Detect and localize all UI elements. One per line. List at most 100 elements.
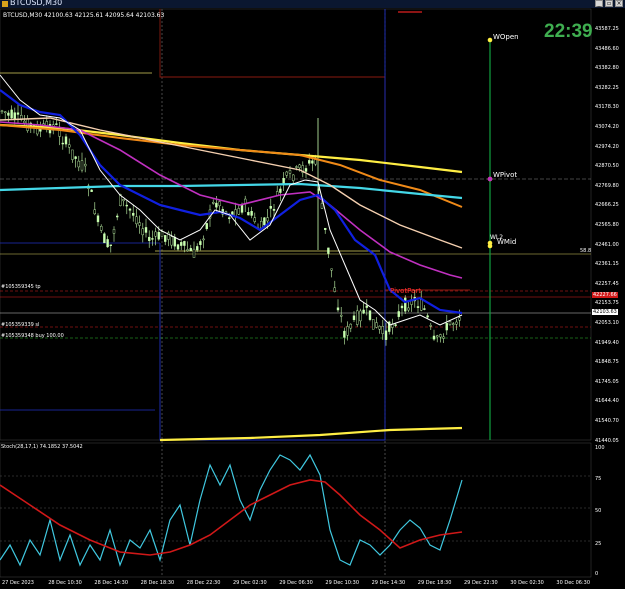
candle-body xyxy=(7,112,10,116)
candle-body xyxy=(349,323,352,329)
candle-body xyxy=(378,325,381,330)
price-tick: 42769.80 xyxy=(595,182,619,189)
candle-body xyxy=(192,248,196,258)
wopen-label: WOpen xyxy=(493,33,519,41)
order-tp-label[interactable]: #105359345 tp xyxy=(1,284,41,290)
price-chart[interactable] xyxy=(0,0,625,589)
candle-body xyxy=(253,217,257,222)
candle-body xyxy=(205,223,209,230)
candle-body xyxy=(99,226,103,231)
candle-body xyxy=(103,233,106,244)
price-tick: 41540.70 xyxy=(595,418,619,424)
price-tick: 42361.15 xyxy=(595,261,619,268)
time-tick: 29 Dec 14:30 xyxy=(371,580,406,586)
candle-body xyxy=(458,317,461,321)
candle-body xyxy=(243,198,247,204)
oscillator-panel xyxy=(0,442,592,578)
candle-body xyxy=(176,244,180,250)
time-tick: 29 Dec 18:30 xyxy=(417,580,452,586)
candle-body xyxy=(455,321,458,325)
candle-body xyxy=(227,217,231,219)
candle-body xyxy=(372,319,375,330)
candle-body xyxy=(131,212,135,216)
candle-body xyxy=(263,217,266,226)
candle-body xyxy=(266,217,269,222)
candle-body xyxy=(311,160,314,164)
candle-body xyxy=(452,323,455,325)
candle-body xyxy=(359,310,362,322)
candle-body xyxy=(151,238,154,240)
candle-body xyxy=(189,248,193,252)
candle-body xyxy=(77,160,81,168)
price-tick: 43178.30 xyxy=(595,104,619,111)
candle-body xyxy=(93,209,97,215)
price-tick: 41745.05 xyxy=(595,378,619,385)
candle-body xyxy=(269,205,272,209)
candle-body xyxy=(135,216,138,225)
candle-body xyxy=(327,247,330,254)
candle-body xyxy=(356,310,359,325)
level-dot xyxy=(487,37,493,43)
candle-body xyxy=(324,227,327,230)
wl2-label: WL2 xyxy=(490,234,504,241)
clock-display: 22:39 xyxy=(544,21,593,42)
price-tick: 42565.80 xyxy=(595,222,619,228)
candle-body xyxy=(362,309,365,314)
candle-body xyxy=(394,324,397,326)
price-tick: 42461.00 xyxy=(595,241,619,248)
wpivot-label: WPivot xyxy=(493,171,518,179)
candle-body xyxy=(218,201,221,206)
candle-body xyxy=(170,236,173,246)
candle-body xyxy=(346,326,349,336)
candle-body xyxy=(330,268,333,271)
candle-body xyxy=(340,314,343,317)
price-tick: 42666.25 xyxy=(595,202,619,209)
time-tick: 29 Dec 10:30 xyxy=(325,580,360,586)
price-tick: 41644.40 xyxy=(595,398,619,405)
candle-body xyxy=(407,307,410,311)
price-tick: 41440.05 xyxy=(595,437,619,444)
candle-body xyxy=(112,229,116,234)
candle-body xyxy=(183,241,186,246)
main-panel xyxy=(0,8,592,441)
candle-body xyxy=(3,111,7,114)
small-level-label: 58.8 xyxy=(580,248,592,254)
oscillator-tick: 75 xyxy=(595,476,602,482)
candle-body xyxy=(0,110,4,113)
time-tick: 28 Dec 10:30 xyxy=(48,580,82,586)
candle-body xyxy=(426,315,429,318)
price-tick: 43282.25 xyxy=(595,84,619,91)
candle-body xyxy=(173,236,177,247)
price-tick: 42153.75 xyxy=(595,300,619,307)
candle-body xyxy=(320,203,324,209)
candle-body xyxy=(141,228,145,236)
candle-body xyxy=(106,239,109,248)
candle-body xyxy=(195,246,199,251)
candle-body xyxy=(211,202,215,204)
time-tick: 28 Dec 22:30 xyxy=(186,580,221,586)
candle-body xyxy=(160,231,164,237)
candle-body xyxy=(365,305,368,308)
candle-body xyxy=(80,160,84,171)
candle-body xyxy=(423,308,426,310)
price-tick: 43587.25 xyxy=(595,26,619,32)
candle-body xyxy=(23,120,26,124)
price-tick: 42974.20 xyxy=(595,143,619,150)
candle-body xyxy=(308,160,311,164)
price-tick: 42257.45 xyxy=(595,280,619,287)
candle-body xyxy=(292,174,295,181)
order-sl-label[interactable]: #105359339 sl xyxy=(1,322,39,328)
candle-body xyxy=(400,305,404,309)
price-tick: 42053.10 xyxy=(595,320,619,326)
candle-body xyxy=(147,236,151,241)
candle-body xyxy=(61,142,64,145)
order-buy-label[interactable]: #105359348 buy 100.00 xyxy=(1,333,64,339)
candle-body xyxy=(144,227,148,233)
candle-body xyxy=(237,208,241,215)
candle-body xyxy=(186,249,189,252)
candle-body xyxy=(285,171,288,176)
candle-body xyxy=(109,244,113,247)
candle-body xyxy=(404,297,407,312)
candle-body xyxy=(67,144,71,148)
candle-body xyxy=(215,202,218,208)
